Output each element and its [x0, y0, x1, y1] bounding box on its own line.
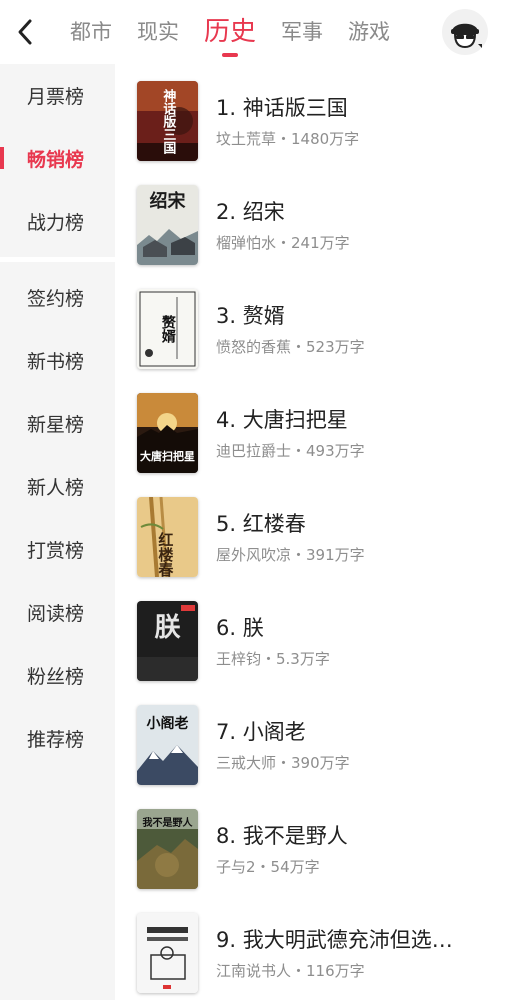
book-cover: 绍宋: [137, 185, 198, 265]
sidebar-item-fensi[interactable]: 粉丝榜: [0, 644, 115, 707]
book-meta: 迪巴拉爵士・493万字: [216, 442, 365, 460]
ranking-group-main: 月票榜 畅销榜 战力榜: [0, 64, 115, 253]
sidebar-item-yuepiao[interactable]: 月票榜: [0, 64, 115, 127]
book-meta: 王梓钧・5.3万字: [216, 650, 330, 668]
book-item[interactable]: 神话版三国 1. 神话版三国 坟土荒草・1480万字: [115, 64, 505, 168]
book-title: 8. 我不是野人: [216, 824, 348, 848]
book-cover: 大唐扫把星: [137, 393, 198, 473]
back-button[interactable]: [10, 14, 40, 50]
book-cover: 我不是野人: [137, 809, 198, 889]
book-item[interactable]: 小阁老 7. 小阁老 三戒大师・390万字: [115, 688, 505, 792]
user-avatar-button[interactable]: [442, 9, 488, 55]
cover-title-text: 赘婿: [159, 315, 176, 343]
book-meta: 榴弹怕水・241万字: [216, 234, 350, 252]
book-cover: 小阁老: [137, 705, 198, 785]
sidebar-item-xinxing[interactable]: 新星榜: [0, 392, 115, 455]
book-meta: 三戒大师・390万字: [216, 754, 350, 772]
book-title: 6. 朕: [216, 616, 264, 640]
book-cover: 神话版三国: [137, 81, 198, 161]
cover-title-text: 红楼春: [156, 532, 175, 577]
book-title: 2. 绍宋: [216, 200, 285, 224]
tab-xianshi[interactable]: 现实: [137, 0, 179, 64]
sidebar-item-changxiao[interactable]: 畅销榜: [0, 127, 115, 190]
book-item[interactable]: 我不是野人 8. 我不是野人 子与2・54万字: [115, 792, 505, 896]
sidebar-divider: [0, 257, 115, 262]
book-item[interactable]: 红楼春 5. 红楼春 屋外风吹凉・391万字: [115, 480, 505, 584]
ranking-sidebar: 月票榜 畅销榜 战力榜 签约榜 新书榜 新星榜 新人榜 打赏榜 阅读榜 粉丝榜 …: [0, 64, 115, 1000]
sidebar-item-xinshu[interactable]: 新书榜: [0, 329, 115, 392]
book-item[interactable]: 大唐扫把星 4. 大唐扫把星 迪巴拉爵士・493万字: [115, 376, 505, 480]
book-meta: 江南说书人・116万字: [216, 962, 365, 980]
sidebar-item-tuijian[interactable]: 推荐榜: [0, 707, 115, 770]
sidebar-item-dashang[interactable]: 打赏榜: [0, 518, 115, 581]
tab-youxi[interactable]: 游戏: [348, 0, 390, 64]
top-bar: 都市 现实 历史 军事 游戏: [0, 0, 505, 64]
book-title: 1. 神话版三国: [216, 96, 348, 120]
book-cover: 赘婿: [137, 289, 198, 369]
book-item[interactable]: 9. 我大明武德充沛但选… 江南说书人・116万字: [115, 896, 505, 1000]
cover-title-text: 绍宋: [149, 191, 186, 212]
cover-title-text: 小阁老: [146, 716, 189, 732]
sidebar-item-qianyue[interactable]: 签约榜: [0, 266, 115, 329]
sidebar-item-xinren[interactable]: 新人榜: [0, 455, 115, 518]
book-title: 7. 小阁老: [216, 720, 306, 744]
book-meta: 愤怒的香蕉・523万字: [216, 338, 365, 356]
active-tab-indicator: [222, 53, 238, 57]
book-title: 4. 大唐扫把星: [216, 408, 348, 432]
cover-title-text: 大唐扫把星: [140, 450, 195, 464]
book-item[interactable]: 朕 6. 朕 王梓钧・5.3万字: [115, 584, 505, 688]
book-title: 5. 红楼春: [216, 512, 306, 536]
book-title: 9. 我大明武德充沛但选…: [216, 928, 453, 952]
cover-title-text: 我不是野人: [142, 818, 193, 829]
cover-title-text: 朕: [154, 613, 181, 643]
book-meta: 子与2・54万字: [216, 858, 320, 876]
tab-dushi[interactable]: 都市: [70, 0, 112, 64]
active-indicator: [0, 147, 4, 169]
book-cover: [137, 913, 198, 993]
ranking-group-secondary: 签约榜 新书榜 新星榜 新人榜 打赏榜 阅读榜 粉丝榜 推荐榜: [0, 266, 115, 770]
book-cover: 朕: [137, 601, 198, 681]
back-arrow-icon: [18, 19, 32, 45]
sidebar-item-zhanli[interactable]: 战力榜: [0, 190, 115, 253]
cover-title-text: 神话版三国: [160, 88, 176, 154]
category-tabs: 都市 现实 历史 军事 游戏: [70, 0, 415, 64]
book-item[interactable]: 赘婿 3. 赘婿 愤怒的香蕉・523万字: [115, 272, 505, 376]
book-ranking-list: 神话版三国 1. 神话版三国 坟土荒草・1480万字 绍宋 2. 绍宋 榴弹怕水…: [115, 64, 505, 1000]
book-title: 3. 赘婿: [216, 304, 285, 328]
tab-lishi[interactable]: 历史: [204, 0, 256, 64]
tab-junshi[interactable]: 军事: [281, 0, 323, 64]
book-cover: 红楼春: [137, 497, 198, 577]
book-meta: 屋外风吹凉・391万字: [216, 546, 365, 564]
avatar-face-icon: [451, 23, 482, 49]
book-item[interactable]: 绍宋 2. 绍宋 榴弹怕水・241万字: [115, 168, 505, 272]
sidebar-item-yuedu[interactable]: 阅读榜: [0, 581, 115, 644]
book-meta: 坟土荒草・1480万字: [216, 130, 360, 148]
